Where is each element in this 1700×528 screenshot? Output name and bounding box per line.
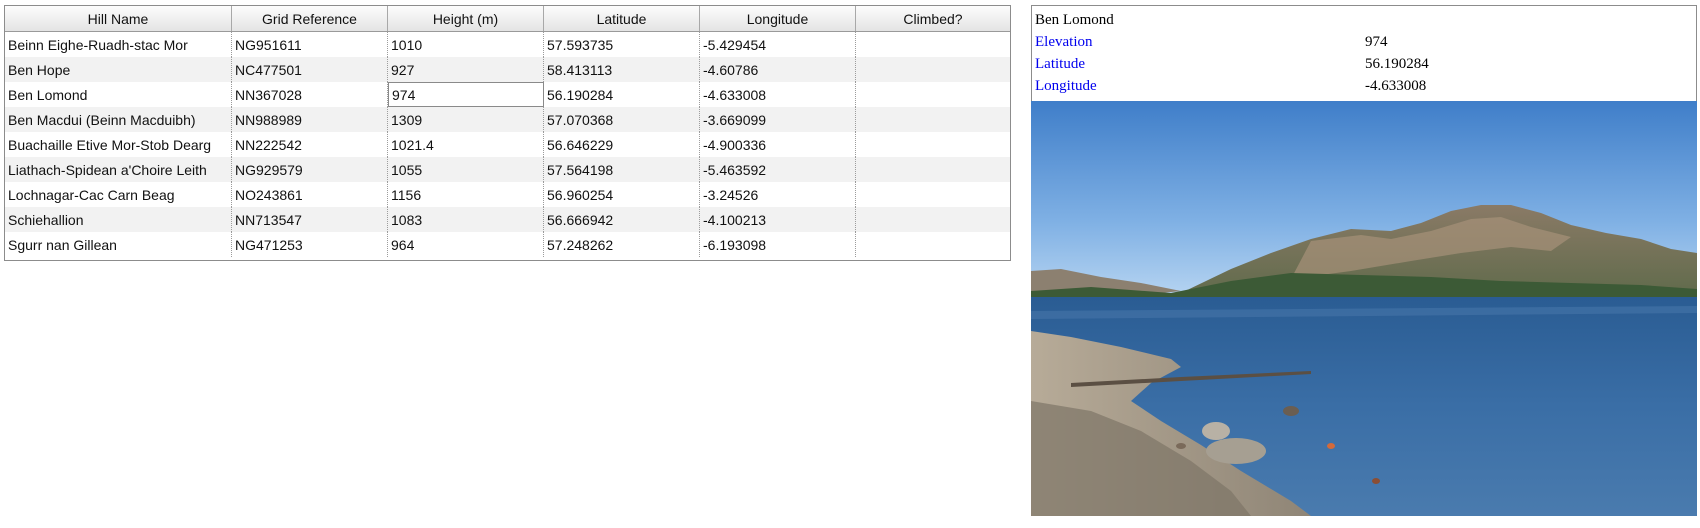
detail-label-longitude: Longitude <box>1035 78 1097 94</box>
cell-hill-name[interactable]: Liathach-Spidean a'Choire Leith <box>5 157 232 182</box>
table-row[interactable]: Beinn Eighe-Ruadh-stac Mor NG951611 1010… <box>5 32 1010 57</box>
hill-photo <box>1031 101 1697 516</box>
detail-row-longitude: Longitude -4.633008 <box>1035 75 1693 97</box>
cell-longitude[interactable]: -4.60786 <box>700 57 856 82</box>
table-row[interactable]: Buachaille Etive Mor-Stob Dearg NN222542… <box>5 132 1010 157</box>
column-header-height[interactable]: Height (m) <box>388 6 544 31</box>
cell-climbed[interactable] <box>856 232 1010 257</box>
cell-climbed[interactable] <box>856 57 1010 82</box>
cell-latitude[interactable]: 57.564198 <box>544 157 700 182</box>
cell-climbed[interactable] <box>856 207 1010 232</box>
table-row[interactable]: Sgurr nan Gillean NG471253 964 57.248262… <box>5 232 1010 257</box>
column-header-hill-name[interactable]: Hill Name <box>5 6 232 31</box>
cell-latitude[interactable]: 58.413113 <box>544 57 700 82</box>
detail-value-elevation: 974 <box>1365 34 1388 50</box>
cell-latitude[interactable]: 57.070368 <box>544 107 700 132</box>
cell-latitude[interactable]: 56.646229 <box>544 132 700 157</box>
cell-hill-name[interactable]: Buachaille Etive Mor-Stob Dearg <box>5 132 232 157</box>
cell-longitude[interactable]: -4.100213 <box>700 207 856 232</box>
cell-height[interactable]: 1156 <box>388 182 544 207</box>
cell-height[interactable]: 1021.4 <box>388 132 544 157</box>
cell-height[interactable]: 927 <box>388 57 544 82</box>
table-header: Hill Name Grid Reference Height (m) Lati… <box>5 6 1010 32</box>
loch-landscape-image <box>1031 101 1697 516</box>
cell-hill-name[interactable]: Beinn Eighe-Ruadh-stac Mor <box>5 32 232 57</box>
hill-detail-panel: Ben Lomond Elevation 974 Latitude 56.190… <box>1031 5 1697 101</box>
cell-climbed[interactable] <box>856 107 1010 132</box>
cell-grid-reference[interactable]: NG951611 <box>232 32 388 57</box>
detail-value-latitude: 56.190284 <box>1365 56 1429 72</box>
cell-grid-reference[interactable]: NN988989 <box>232 107 388 132</box>
cell-latitude[interactable]: 56.666942 <box>544 207 700 232</box>
cell-hill-name[interactable]: Ben Lomond <box>5 82 232 107</box>
column-header-longitude[interactable]: Longitude <box>700 6 856 31</box>
cell-latitude[interactable]: 56.960254 <box>544 182 700 207</box>
cell-latitude[interactable]: 57.248262 <box>544 232 700 257</box>
cell-climbed[interactable] <box>856 132 1010 157</box>
table-row[interactable]: Ben Macdui (Beinn Macduibh) NN988989 130… <box>5 107 1010 132</box>
column-header-grid-reference[interactable]: Grid Reference <box>232 6 388 31</box>
cell-longitude[interactable]: -3.24526 <box>700 182 856 207</box>
cell-height-editor[interactable]: 974 <box>388 82 544 107</box>
detail-title: Ben Lomond <box>1035 12 1114 28</box>
cell-latitude[interactable]: 57.593735 <box>544 32 700 57</box>
cell-climbed[interactable] <box>856 32 1010 57</box>
table-row-selected[interactable]: Ben Lomond NN367028 974 56.190284 -4.633… <box>5 82 1010 107</box>
cell-longitude[interactable]: -3.669099 <box>700 107 856 132</box>
cell-climbed[interactable] <box>856 157 1010 182</box>
cell-longitude[interactable]: -6.193098 <box>700 232 856 257</box>
cell-longitude[interactable]: -5.463592 <box>700 157 856 182</box>
cell-climbed[interactable] <box>856 82 1010 107</box>
cell-height[interactable]: 1083 <box>388 207 544 232</box>
cell-grid-reference[interactable]: NN222542 <box>232 132 388 157</box>
column-header-climbed[interactable]: Climbed? <box>856 6 1010 31</box>
cell-hill-name[interactable]: Ben Hope <box>5 57 232 82</box>
detail-row-elevation: Elevation 974 <box>1035 31 1693 53</box>
table-body: Beinn Eighe-Ruadh-stac Mor NG951611 1010… <box>5 32 1010 257</box>
detail-row-latitude: Latitude 56.190284 <box>1035 53 1693 75</box>
cell-height[interactable]: 1010 <box>388 32 544 57</box>
hills-table: Hill Name Grid Reference Height (m) Lati… <box>4 5 1011 261</box>
cell-hill-name[interactable]: Schiehallion <box>5 207 232 232</box>
cell-grid-reference[interactable]: NG929579 <box>232 157 388 182</box>
cell-climbed[interactable] <box>856 182 1010 207</box>
cell-grid-reference[interactable]: NO243861 <box>232 182 388 207</box>
cell-hill-name[interactable]: Lochnagar-Cac Carn Beag <box>5 182 232 207</box>
cell-longitude[interactable]: -4.900336 <box>700 132 856 157</box>
cell-hill-name[interactable]: Sgurr nan Gillean <box>5 232 232 257</box>
cell-grid-reference[interactable]: NN367028 <box>232 82 388 107</box>
column-header-latitude[interactable]: Latitude <box>544 6 700 31</box>
detail-value-longitude: -4.633008 <box>1365 78 1427 94</box>
cell-height[interactable]: 964 <box>388 232 544 257</box>
cell-latitude[interactable]: 56.190284 <box>544 82 700 107</box>
detail-label-latitude: Latitude <box>1035 56 1085 72</box>
cell-height[interactable]: 1309 <box>388 107 544 132</box>
cell-grid-reference[interactable]: NG471253 <box>232 232 388 257</box>
table-row[interactable]: Liathach-Spidean a'Choire Leith NG929579… <box>5 157 1010 182</box>
cell-grid-reference[interactable]: NC477501 <box>232 57 388 82</box>
cell-hill-name[interactable]: Ben Macdui (Beinn Macduibh) <box>5 107 232 132</box>
cell-longitude[interactable]: -4.633008 <box>700 82 856 107</box>
cell-longitude[interactable]: -5.429454 <box>700 32 856 57</box>
cell-height[interactable]: 1055 <box>388 157 544 182</box>
detail-label-elevation: Elevation <box>1035 34 1093 50</box>
table-row[interactable]: Lochnagar-Cac Carn Beag NO243861 1156 56… <box>5 182 1010 207</box>
cell-grid-reference[interactable]: NN713547 <box>232 207 388 232</box>
table-row[interactable]: Schiehallion NN713547 1083 56.666942 -4.… <box>5 207 1010 232</box>
table-row[interactable]: Ben Hope NC477501 927 58.413113 -4.60786 <box>5 57 1010 82</box>
